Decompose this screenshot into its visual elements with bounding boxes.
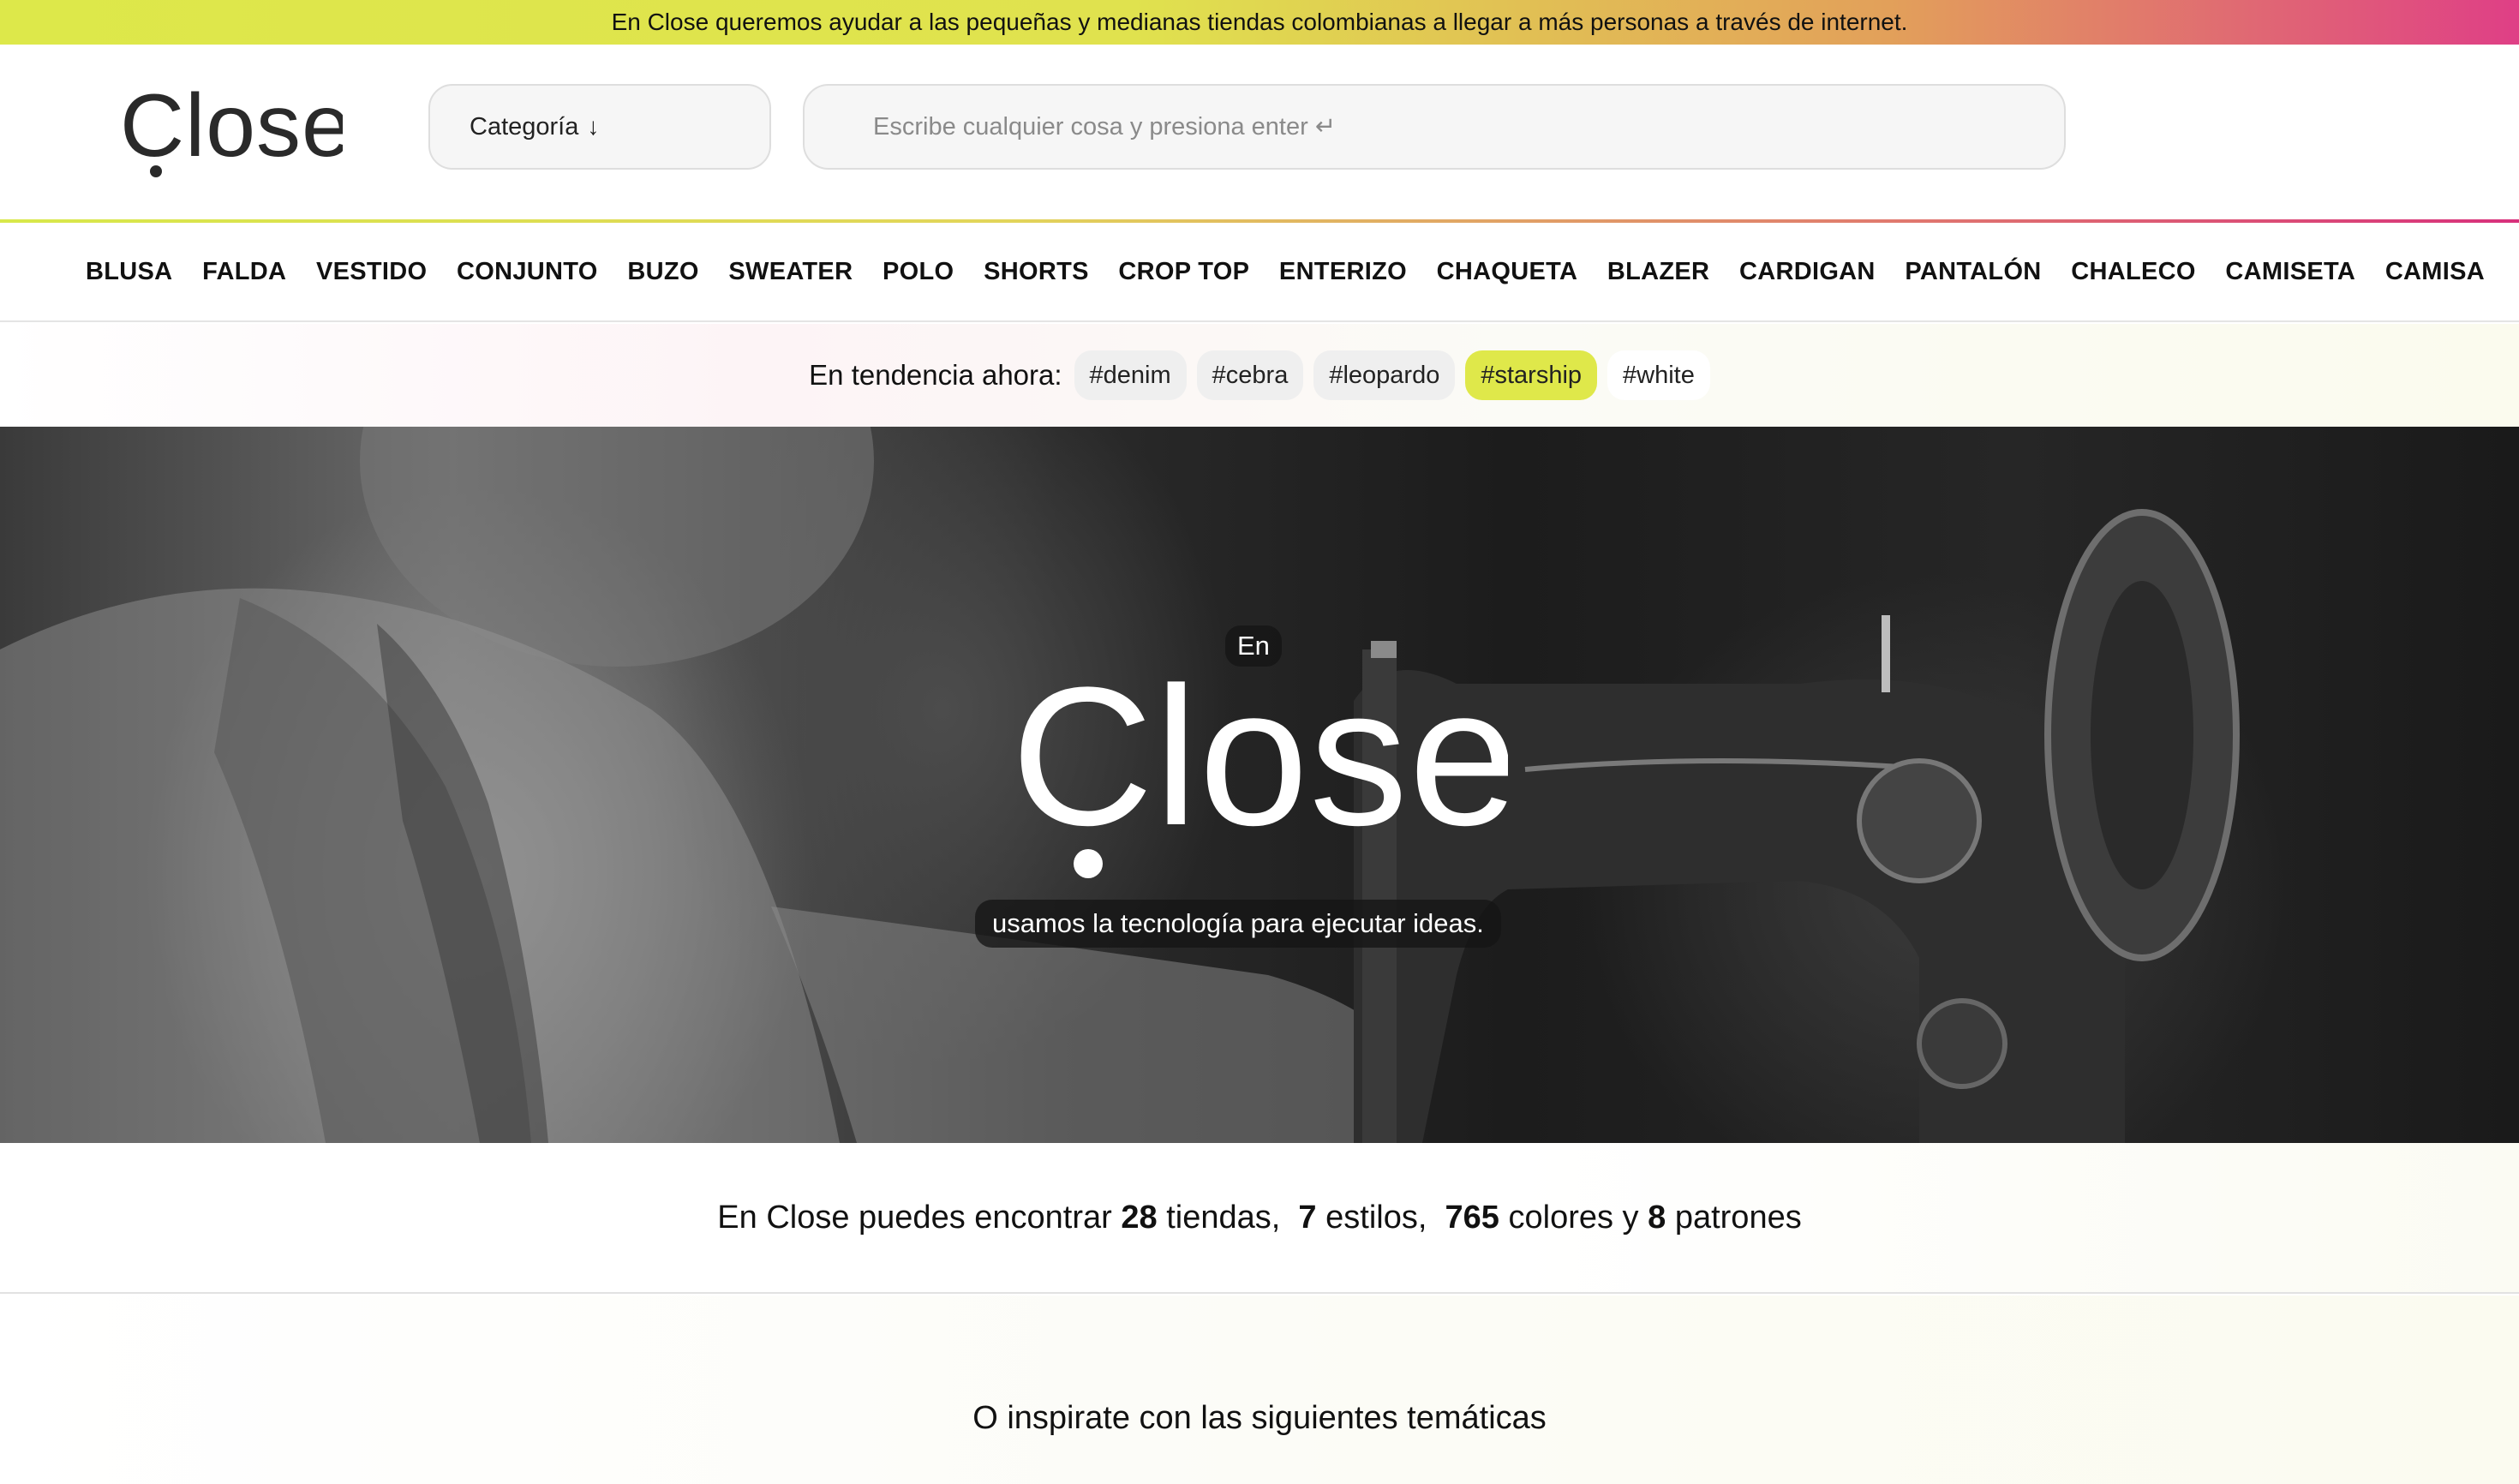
category-link-conjunto[interactable]: CONJUNTO (457, 258, 598, 286)
trending-bar: En tendencia ahora: #denim #cebra #leopa… (0, 324, 2519, 427)
category-link-chaleco[interactable]: CHALECO (2071, 258, 2196, 286)
category-link-cardigan[interactable]: CARDIGAN (1739, 258, 1876, 286)
category-dropdown-button[interactable]: Categoría ↓ (428, 84, 771, 170)
search-input[interactable] (873, 112, 2064, 141)
category-link-polo[interactable]: POLO (883, 258, 954, 286)
category-link-crop-top[interactable]: CROP TOP (1118, 258, 1249, 286)
category-link-buzo[interactable]: BUZO (627, 258, 698, 286)
category-link-camiseta[interactable]: CAMISETA (2225, 258, 2355, 286)
trending-tag-cebra[interactable]: #cebra (1196, 350, 1304, 400)
trending-label: En tendencia ahora: (809, 359, 1062, 391)
hero-close-logo: Close (1011, 658, 1508, 878)
stats-colors-label: colores y (1508, 1199, 1639, 1236)
category-nav: BLUSA FALDA VESTIDO CONJUNTO BUZO SWEATE… (0, 223, 2519, 322)
stats-summary: En Close puedes encontrar 28 tiendas, 7 … (0, 1143, 2519, 1294)
stats-stores-count: 28 (1121, 1199, 1158, 1236)
category-label: Categoría (470, 112, 579, 141)
arrow-down-icon: ↓ (587, 113, 600, 140)
category-link-vestido[interactable]: VESTIDO (316, 258, 427, 286)
stats-prefix: En Close puedes encontrar (717, 1199, 1112, 1236)
stats-styles-count: 7 (1298, 1199, 1317, 1236)
category-link-shorts[interactable]: SHORTS (984, 258, 1089, 286)
stats-colors-count: 765 (1445, 1199, 1499, 1236)
category-link-sweater[interactable]: SWEATER (728, 258, 853, 286)
close-logo[interactable]: Close (120, 81, 343, 183)
announcement-text: En Close queremos ayudar a las pequeñas … (611, 9, 1908, 35)
search-box[interactable] (803, 84, 2066, 170)
category-link-camisa[interactable]: CAMISA (2385, 258, 2485, 286)
hero-tagline: usamos la tecnología para ejecutar ideas… (975, 900, 1501, 948)
trending-tag-starship[interactable]: #starship (1465, 350, 1598, 400)
trending-tag-denim[interactable]: #denim (1074, 350, 1187, 400)
category-link-blusa[interactable]: BLUSA (86, 258, 172, 286)
inspire-section: O inspirate con las siguientes temáticas (0, 1296, 2519, 1484)
hero-banner: En Close usamos la tecnología para ejecu… (0, 427, 2519, 1143)
trending-tag-leopardo[interactable]: #leopardo (1313, 350, 1456, 400)
category-link-falda[interactable]: FALDA (202, 258, 286, 286)
stats-stores-label: tiendas, (1166, 1199, 1281, 1236)
trending-tag-white[interactable]: #white (1607, 350, 1710, 400)
announcement-bar: En Close queremos ayudar a las pequeñas … (0, 0, 2519, 45)
category-link-blazer[interactable]: BLAZER (1607, 258, 1709, 286)
svg-text:Close: Close (120, 81, 343, 176)
header: Close Categoría ↓ (0, 45, 2519, 221)
stats-patterns-label: patrones (1674, 1199, 1802, 1236)
category-link-enterizo[interactable]: ENTERIZO (1279, 258, 1407, 286)
category-link-pantalon[interactable]: PANTALÓN (1905, 258, 2041, 286)
stats-patterns-count: 8 (1648, 1199, 1666, 1236)
inspire-title: O inspirate con las siguientes temáticas (972, 1400, 1547, 1436)
stats-styles-label: estilos, (1325, 1199, 1427, 1236)
svg-text:Close: Close (1011, 658, 1508, 866)
category-link-chaqueta[interactable]: CHAQUETA (1437, 258, 1578, 286)
